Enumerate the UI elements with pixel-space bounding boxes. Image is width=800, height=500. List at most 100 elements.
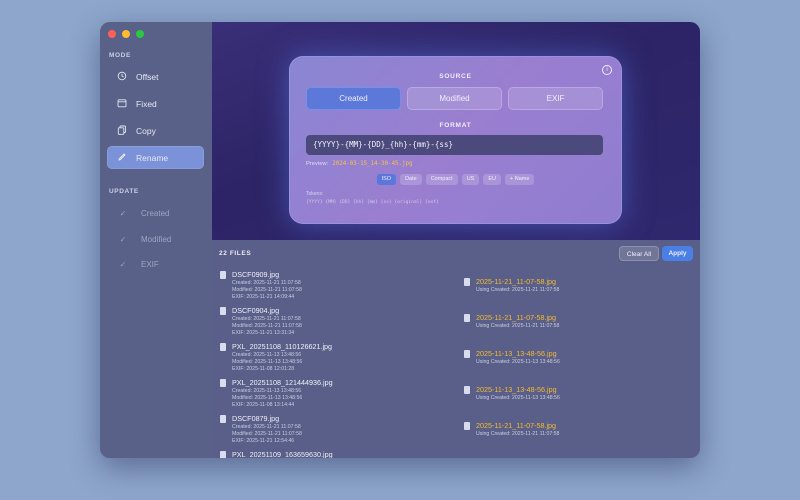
preset-iso-button[interactable]: ISO (376, 174, 397, 185)
clock-history-icon (116, 71, 128, 83)
file-modified: Modified: 2025-11-21 11:07:58 (232, 431, 302, 437)
close-window-button[interactable] (108, 30, 116, 38)
document-icon (220, 379, 226, 387)
document-icon (220, 451, 226, 458)
document-icon (464, 350, 470, 358)
window-controls (108, 30, 144, 38)
using-source: Using Created: 2025-11-13 13:48:56 (476, 395, 560, 401)
calendar-icon (116, 98, 128, 110)
preview-line: Preview: 2024-03-15_14-30-45.jpg (306, 161, 413, 167)
file-created: Created: 2025-11-21 11:07:58 (232, 424, 301, 430)
format-presets: ISO Date Compact US EU + Name (289, 174, 622, 185)
file-created: Created: 2025-11-13 13:48:56 (232, 352, 302, 358)
new-file-name: 2025-11-21_11-07-58.jpg (476, 313, 557, 322)
preset-us-button[interactable]: US (461, 174, 480, 185)
file-created: Created: 2025-11-21 11:07:58 (232, 316, 301, 322)
mode-section-title: MODE (109, 52, 131, 59)
file-exif: EXIF: 2025-11-21 12:54:46 (232, 438, 295, 444)
update-exif-toggle[interactable]: ✓ EXIF (107, 254, 204, 274)
file-row[interactable]: DSCF0904.jpg Created: 2025-11-21 11:07:5… (212, 306, 700, 342)
preset-add-name-button[interactable]: + Name (504, 174, 535, 185)
rename-settings-area: i SOURCE Created Modified EXIF FORMAT {Y… (212, 22, 700, 240)
file-modified: Modified: 2025-11-21 11:07:58 (232, 323, 302, 329)
update-exif-label: EXIF (141, 259, 159, 269)
sidebar-item-label: Fixed (136, 98, 157, 109)
file-row[interactable]: DSCF0879.jpg Created: 2025-11-21 11:07:5… (212, 414, 700, 450)
rename-settings-card: i SOURCE Created Modified EXIF FORMAT {Y… (289, 56, 622, 224)
using-source: Using Created: 2025-11-13 13:48:56 (476, 359, 560, 365)
sidebar-item-fixed[interactable]: Fixed (107, 92, 204, 115)
sidebar-item-rename[interactable]: Rename (107, 146, 204, 169)
source-created-button[interactable]: Created (306, 87, 401, 110)
source-modified-button[interactable]: Modified (407, 87, 502, 110)
document-icon (464, 386, 470, 394)
document-icon (220, 307, 226, 315)
checkmark-icon: ✓ (119, 234, 127, 244)
new-file-name: 2025-11-21_11-07-58.jpg (476, 421, 557, 430)
file-row[interactable]: PXL_20251109_163659630.jpg (212, 450, 700, 458)
file-name: DSCF0909.jpg (232, 270, 280, 279)
file-row[interactable]: PXL_20251108_121444936.jpg Created: 2025… (212, 378, 700, 414)
file-name: PXL_20251108_110126621.jpg (232, 342, 333, 351)
sidebar-item-offset[interactable]: Offset (107, 65, 204, 88)
file-row[interactable]: PXL_20251108_110126621.jpg Created: 2025… (212, 342, 700, 378)
source-title: SOURCE (439, 73, 472, 80)
file-name: PXL_20251108_121444936.jpg (232, 378, 333, 387)
update-section-title: UPDATE (109, 188, 139, 195)
sidebar-item-copy[interactable]: Copy (107, 119, 204, 142)
app-window: MODE Offset Fixed Copy Rename UPDATE ✓ C… (100, 22, 700, 458)
update-modified-label: Modified (141, 234, 172, 244)
file-created: Created: 2025-11-13 13:48:56 (232, 388, 302, 394)
zoom-window-button[interactable] (136, 30, 144, 38)
preview-label: Preview: (306, 161, 329, 167)
update-created-label: Created (141, 208, 170, 218)
preset-eu-button[interactable]: EU (483, 174, 501, 185)
format-input[interactable]: {YYYY}-{MM}-{DD}_{hh}-{mm}-{ss} (306, 135, 603, 155)
document-icon (464, 278, 470, 286)
document-icon (464, 422, 470, 430)
pencil-icon (116, 152, 128, 164)
file-created: Created: 2025-11-21 11:07:58 (232, 280, 301, 286)
preset-compact-button[interactable]: Compact (425, 174, 458, 185)
file-exif: EXIF: 2025-11-21 14:09:44 (232, 294, 295, 300)
update-modified-toggle[interactable]: ✓ Modified (107, 229, 204, 249)
file-modified: Modified: 2025-11-13 13:48:56 (232, 395, 303, 401)
new-file-name: 2025-11-21_11-07-58.jpg (476, 277, 557, 286)
document-icon (220, 415, 226, 423)
format-title: FORMAT (439, 122, 472, 129)
file-list-panel: 22 FILES Clear All Apply DSCF0909.jpg Cr… (212, 240, 700, 458)
update-created-toggle[interactable]: ✓ Created (107, 203, 204, 223)
document-icon (220, 271, 226, 279)
new-file-name: 2025-11-13_13-48-56.jpg (476, 385, 557, 394)
tokens-label: Tokens: (306, 191, 324, 197)
apply-button[interactable]: Apply (662, 246, 693, 261)
file-name: PXL_20251109_163659630.jpg (232, 450, 333, 458)
file-exif: EXIF: 2025-11-08 13:14:44 (232, 402, 295, 408)
minimize-window-button[interactable] (122, 30, 130, 38)
file-modified: Modified: 2025-11-21 11:07:58 (232, 287, 302, 293)
clear-all-button[interactable]: Clear All (619, 246, 659, 261)
using-source: Using Created: 2025-11-21 11:07:58 (476, 431, 560, 437)
document-icon (220, 343, 226, 351)
file-name: DSCF0879.jpg (232, 414, 280, 423)
tokens-list: {YYYY} {MM} {DD} {hh} {mm} {ss} {origina… (306, 200, 439, 205)
using-source: Using Created: 2025-11-21 11:07:58 (476, 323, 560, 329)
using-source: Using Created: 2025-11-21 11:07:58 (476, 287, 560, 293)
sidebar: MODE Offset Fixed Copy Rename UPDATE ✓ C… (100, 22, 213, 458)
file-modified: Modified: 2025-11-13 13:48:56 (232, 359, 303, 365)
preview-value: 2024-03-15_14-30-45.jpg (332, 161, 413, 167)
document-icon (464, 314, 470, 322)
source-exif-button[interactable]: EXIF (508, 87, 603, 110)
preset-date-button[interactable]: Date (400, 174, 422, 185)
new-file-name: 2025-11-13_13-48-56.jpg (476, 349, 557, 358)
checkmark-icon: ✓ (119, 208, 127, 218)
sidebar-item-label: Rename (136, 152, 169, 163)
sidebar-item-label: Copy (136, 125, 156, 136)
file-exif: EXIF: 2025-11-08 12:01:28 (232, 366, 295, 372)
copy-icon (116, 125, 128, 137)
file-exif: EXIF: 2025-11-21 13:31:34 (232, 330, 295, 336)
file-row[interactable]: DSCF0909.jpg Created: 2025-11-21 11:07:5… (212, 270, 700, 306)
checkmark-icon: ✓ (119, 259, 127, 269)
file-name: DSCF0904.jpg (232, 306, 280, 315)
files-count-title: 22 FILES (219, 250, 252, 257)
